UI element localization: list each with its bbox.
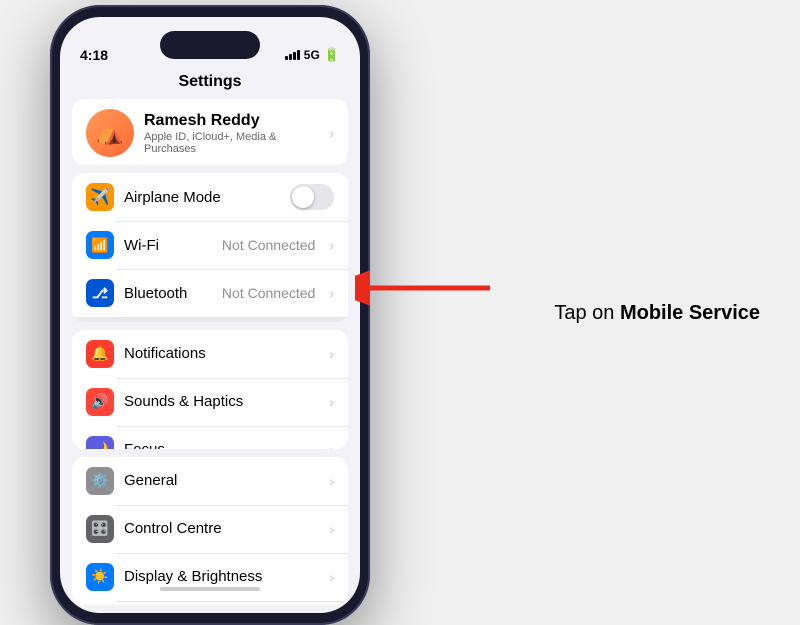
instruction-prefix: Tap on xyxy=(554,302,620,324)
chevron-icon: › xyxy=(329,125,334,141)
notifications-label: Notifications xyxy=(124,345,319,362)
avatar-emoji: ⛺ xyxy=(96,120,123,146)
profile-name: Ramesh Reddy xyxy=(144,112,319,130)
signal-bars-icon xyxy=(285,50,300,60)
page-title: Settings xyxy=(60,69,360,99)
network-type: 5G xyxy=(304,48,320,62)
chevron-icon: › xyxy=(329,569,334,585)
airplane-mode-row[interactable]: ✈️ Airplane Mode xyxy=(72,173,348,221)
profile-section[interactable]: ⛺ Ramesh Reddy Apple ID, iCloud+, Media … xyxy=(72,99,348,165)
home-screen-row[interactable]: 🏠 Home Screen & App Library › xyxy=(72,601,348,606)
wifi-value: Not Connected xyxy=(222,237,315,253)
chevron-icon: › xyxy=(329,521,334,537)
chevron-icon: › xyxy=(329,237,334,253)
arrow-annotation xyxy=(355,268,495,313)
focus-icon: 🌙 xyxy=(86,436,114,449)
general-group: ⚙️ General › 🎛️ Control Centre › ☀️ Disp… xyxy=(72,457,348,606)
bluetooth-row[interactable]: ⎇ Bluetooth Not Connected › xyxy=(72,269,348,317)
display-brightness-label: Display & Brightness xyxy=(124,568,319,585)
signal-bar-4 xyxy=(297,50,300,60)
general-label: General xyxy=(124,472,319,489)
sounds-label: Sounds & Haptics xyxy=(124,393,319,410)
phone-screen: 4:18 5G 🔋 Settings ⛺ xyxy=(60,17,360,613)
bluetooth-value: Not Connected xyxy=(222,285,315,301)
phone-frame: 4:18 5G 🔋 Settings ⛺ xyxy=(50,5,370,625)
status-icons: 5G 🔋 xyxy=(285,47,340,63)
control-centre-row[interactable]: 🎛️ Control Centre › xyxy=(72,505,348,553)
notifications-group: 🔔 Notifications › 🔊 Sounds & Haptics › 🌙… xyxy=(72,330,348,449)
airplane-mode-toggle[interactable] xyxy=(290,184,334,210)
chevron-icon: › xyxy=(329,285,334,301)
battery-icon: 🔋 xyxy=(324,47,340,63)
display-brightness-icon: ☀️ xyxy=(86,563,114,591)
dynamic-island xyxy=(160,31,260,59)
connectivity-group: ✈️ Airplane Mode 📶 Wi-Fi Not Connected ›… xyxy=(72,173,348,322)
wifi-icon: 📶 xyxy=(86,231,114,259)
airplane-mode-label: Airplane Mode xyxy=(124,189,280,206)
sounds-icon: 🔊 xyxy=(86,388,114,416)
chevron-icon: › xyxy=(329,394,334,410)
general-icon: ⚙️ xyxy=(86,467,114,495)
home-indicator xyxy=(160,587,260,591)
focus-row[interactable]: 🌙 Focus › xyxy=(72,426,348,449)
airplane-mode-icon: ✈️ xyxy=(86,183,114,211)
instruction-bold: Mobile Service xyxy=(620,302,760,324)
display-brightness-row[interactable]: ☀️ Display & Brightness › xyxy=(72,553,348,601)
signal-bar-2 xyxy=(289,54,292,60)
notifications-icon: 🔔 xyxy=(86,340,114,368)
focus-label: Focus xyxy=(124,441,319,448)
chevron-icon: › xyxy=(329,442,334,449)
bluetooth-label: Bluetooth xyxy=(124,285,212,302)
sounds-row[interactable]: 🔊 Sounds & Haptics › xyxy=(72,378,348,426)
bluetooth-icon: ⎇ xyxy=(86,279,114,307)
instruction-text: Tap on Mobile Service xyxy=(554,299,760,327)
toggle-knob xyxy=(292,186,314,208)
avatar: ⛺ xyxy=(86,109,134,157)
scroll-content: ⛺ Ramesh Reddy Apple ID, iCloud+, Media … xyxy=(60,99,360,613)
signal-bar-3 xyxy=(293,52,296,60)
red-arrow-svg xyxy=(355,268,495,308)
mobile-service-row[interactable]: 📡 Mobile Service › xyxy=(72,317,348,322)
notifications-row[interactable]: 🔔 Notifications › xyxy=(72,330,348,378)
control-centre-icon: 🎛️ xyxy=(86,515,114,543)
signal-bar-1 xyxy=(285,56,288,60)
wifi-label: Wi-Fi xyxy=(124,237,212,254)
chevron-icon: › xyxy=(329,473,334,489)
wifi-row[interactable]: 📶 Wi-Fi Not Connected › xyxy=(72,221,348,269)
profile-info: Ramesh Reddy Apple ID, iCloud+, Media & … xyxy=(144,112,319,155)
general-row[interactable]: ⚙️ General › xyxy=(72,457,348,505)
chevron-icon: › xyxy=(329,346,334,362)
status-time: 4:18 xyxy=(80,47,108,63)
profile-row[interactable]: ⛺ Ramesh Reddy Apple ID, iCloud+, Media … xyxy=(72,99,348,165)
profile-subtitle: Apple ID, iCloud+, Media & Purchases xyxy=(144,131,319,155)
control-centre-label: Control Centre xyxy=(124,520,319,537)
